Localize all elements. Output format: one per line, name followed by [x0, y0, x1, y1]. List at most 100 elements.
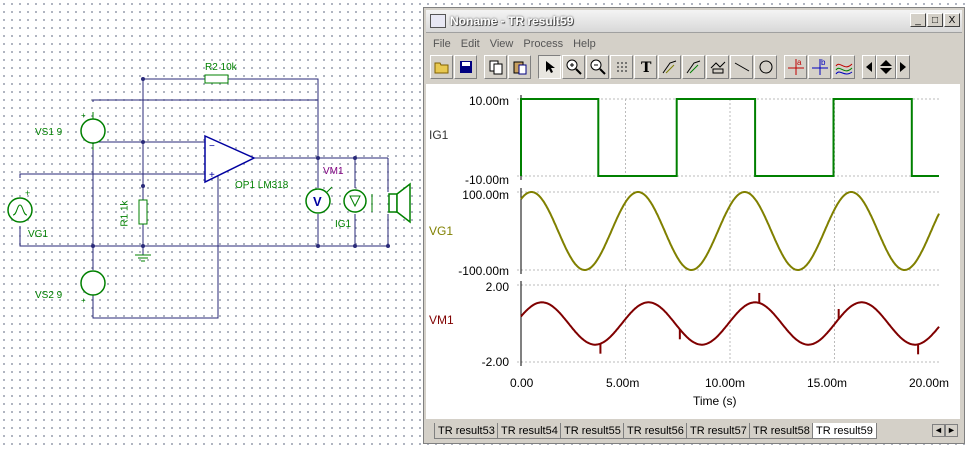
menu-edit[interactable]: Edit — [456, 36, 485, 52]
nav-left-button[interactable] — [862, 55, 876, 79]
text-icon: T — [641, 60, 652, 74]
line-button[interactable] — [730, 55, 753, 79]
vs1-label: VS1 9 — [35, 127, 63, 138]
cursor-a-red-icon: a — [787, 58, 804, 75]
vg1-tick-top: 100.00m — [462, 188, 509, 202]
paste-icon — [513, 61, 526, 75]
tab-tr-result56[interactable]: TR result56 — [623, 423, 688, 439]
ig1-tick-bottom: -10.00m — [464, 173, 509, 187]
r2-resistor[interactable] — [204, 74, 229, 84]
vg1-generator[interactable]: + — [7, 188, 33, 223]
curves-icon — [835, 63, 852, 75]
trace-vg1[interactable] — [520, 191, 940, 271]
nav-updown-icon — [880, 60, 892, 74]
speaker-icon[interactable] — [388, 182, 411, 224]
tab-tr-result58[interactable]: TR result58 — [749, 423, 814, 439]
circle-icon — [759, 60, 772, 74]
menu-process[interactable]: Process — [518, 36, 568, 52]
nav-left-icon — [866, 62, 872, 72]
vs2-label: VS2 9 — [35, 290, 63, 301]
r1-resistor[interactable] — [138, 199, 148, 225]
save-icon — [459, 61, 472, 73]
tab-scroll: ◄ ► — [932, 424, 958, 437]
tab-scroll-right[interactable]: ► — [945, 424, 958, 437]
svg-text:V: V — [313, 194, 322, 209]
marker-button[interactable] — [706, 55, 729, 79]
maximize-button[interactable]: □ — [927, 13, 943, 27]
tab-scroll-left[interactable]: ◄ — [932, 424, 945, 437]
ig1-current-source[interactable] — [343, 189, 373, 213]
tab-tr-result54[interactable]: TR result54 — [497, 423, 562, 439]
minimize-button[interactable]: _ — [910, 13, 926, 27]
ig1-label: IG1 — [335, 219, 352, 230]
cursor-a-red-button[interactable]: a — [784, 55, 807, 79]
ig1-tick-top: 10.00m — [468, 94, 509, 108]
vm1-voltmeter[interactable]: V — [305, 186, 333, 214]
menu-help[interactable]: Help — [568, 36, 601, 52]
cursor-b-icon — [686, 60, 700, 74]
menu-file[interactable]: File — [428, 36, 456, 52]
pointer-button[interactable] — [538, 55, 561, 79]
vm1-label: VM1 — [323, 166, 344, 177]
close-button[interactable]: X — [944, 13, 960, 27]
zoom-in-icon — [566, 59, 582, 75]
result-window[interactable]: Noname - TR result59 _ □ X File Edit Vie… — [423, 7, 965, 444]
grid-button[interactable] — [610, 55, 633, 79]
op1-opamp[interactable]: − + — [204, 134, 256, 184]
tab-tr-result55[interactable]: TR result55 — [560, 423, 625, 439]
cursor-b-blue-icon: b — [811, 58, 828, 75]
waveform-plot[interactable]: IG1 VG1 VM1 10.00m -10.00m 100.00m -100.… — [426, 84, 960, 419]
paste-button[interactable] — [508, 55, 531, 79]
zoom-out-icon — [590, 59, 606, 75]
x-axis-label: Time (s) — [693, 394, 737, 408]
circle-button[interactable] — [754, 55, 777, 79]
save-button[interactable] — [454, 55, 477, 79]
vs1-source[interactable]: + — [80, 111, 106, 150]
trace-label-vg1: VG1 — [429, 224, 454, 238]
cursor-b-button[interactable] — [682, 55, 705, 79]
nav-right-icon — [900, 62, 906, 72]
nav-right-button[interactable] — [896, 55, 910, 79]
window-title: Noname - TR result59 — [450, 14, 574, 28]
svg-text:+: + — [81, 111, 86, 120]
ground-symbol — [135, 254, 151, 262]
title-bar[interactable]: Noname - TR result59 _ □ X — [426, 10, 962, 33]
x-tick-0: 0.00 — [510, 376, 534, 390]
traces — [520, 98, 940, 355]
app-icon — [430, 14, 446, 28]
x-tick-2: 10.00m — [705, 376, 746, 390]
svg-text:b: b — [821, 58, 826, 67]
op1-label: OP1 LM318 — [235, 180, 289, 191]
svg-text:+: + — [81, 296, 86, 305]
open-icon — [434, 62, 448, 74]
cursor-a-button[interactable] — [658, 55, 681, 79]
zoom-out-button[interactable] — [586, 55, 609, 79]
copy-button[interactable] — [484, 55, 507, 79]
toolbar: T a b — [428, 55, 960, 81]
r1-label: R1 1k — [119, 200, 131, 227]
svg-text:−: − — [209, 141, 215, 152]
svg-text:T: T — [641, 60, 652, 74]
zoom-in-button[interactable] — [562, 55, 585, 79]
r2-label: R2 10k — [205, 62, 237, 73]
tab-tr-result57[interactable]: TR result57 — [686, 423, 751, 439]
copy-icon — [489, 60, 502, 75]
text-button[interactable]: T — [634, 55, 657, 79]
tab-tr-result59[interactable]: TR result59 — [812, 423, 877, 439]
marker-icon — [710, 61, 725, 74]
vg1-label: VG1 — [28, 229, 49, 240]
trace-label-vm1: VM1 — [429, 313, 454, 327]
vm1-tick-bottom: -2.00 — [481, 355, 509, 369]
tab-tr-result53[interactable]: TR result53 — [434, 423, 499, 439]
cursor-b-blue-button[interactable]: b — [808, 55, 831, 79]
open-button[interactable] — [430, 55, 453, 79]
curves-button[interactable] — [832, 55, 855, 79]
nav-updown-button[interactable] — [876, 55, 896, 79]
wires — [19, 78, 389, 319]
trace-label-ig1: IG1 — [429, 128, 449, 142]
menu-view[interactable]: View — [485, 36, 519, 52]
line-icon — [734, 62, 749, 72]
schematic-canvas[interactable]: + + + − + V R2 10k VS1 9 VS2 9 VG1 R1 1k… — [0, 0, 425, 448]
result-tabs: TR result53 TR result54 TR result55 TR r… — [426, 421, 962, 441]
x-tick-3: 15.00m — [807, 376, 848, 390]
